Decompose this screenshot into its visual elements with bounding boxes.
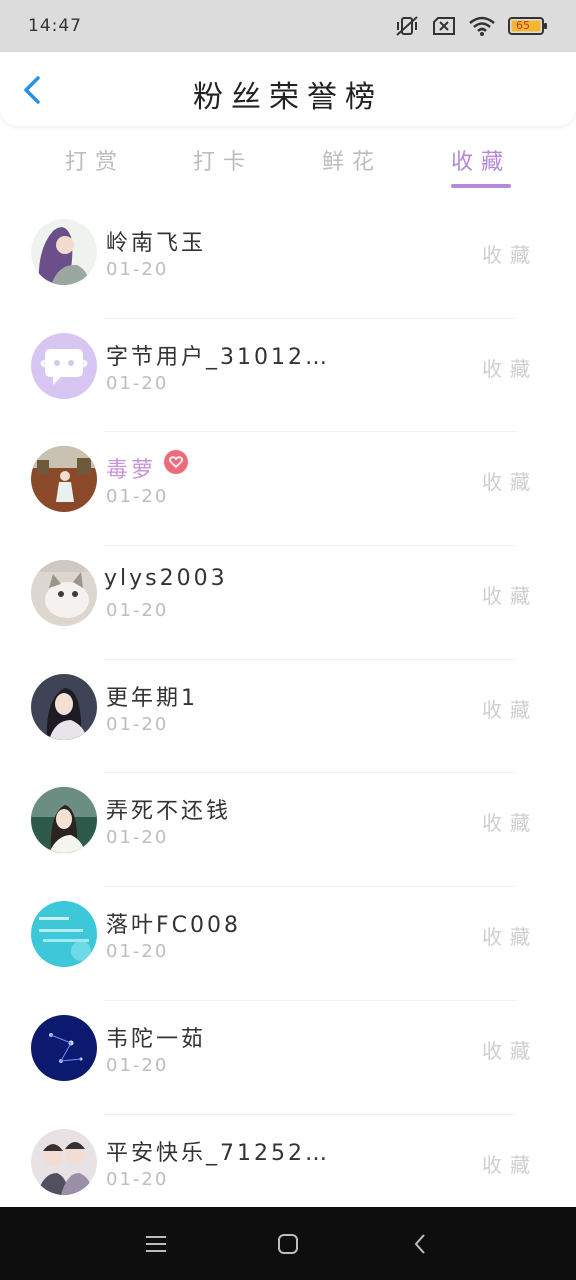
avatar [31, 787, 97, 854]
avatar [31, 560, 97, 627]
tab-bar: 打赏 打卡 鲜花 收藏 [0, 126, 576, 190]
fan-date: 01-20 [106, 1168, 169, 1190]
header: 粉丝荣誉榜 [0, 52, 576, 126]
tab-favorites[interactable]: 收藏 [431, 144, 531, 176]
fan-action: 收藏 [482, 1038, 538, 1063]
fan-date: 01-20 [106, 372, 169, 394]
list-item[interactable]: ylys2003 01-20 收藏 [0, 546, 576, 660]
mute-vibrate-icon [394, 15, 420, 37]
fan-action: 收藏 [482, 356, 538, 381]
tab-reward[interactable]: 打赏 [45, 144, 145, 176]
status-icons: 65 [394, 15, 548, 37]
list-item[interactable]: 岭南飞玉 01-20 收藏 [0, 205, 576, 319]
fan-date: 01-20 [106, 600, 169, 622]
home-icon [278, 1233, 298, 1254]
avatar [31, 446, 97, 513]
list-item[interactable]: 字节用户_31012… 01-20 收藏 [0, 319, 576, 433]
fan-name: 弄死不还钱 [106, 799, 232, 825]
fan-date: 01-20 [106, 1054, 169, 1076]
fan-name: 毒萝 [106, 458, 157, 484]
fan-name: ylys2003 [104, 566, 228, 592]
home-button[interactable] [268, 1224, 308, 1264]
list-item[interactable]: 韦陀一茹 01-20 收藏 [0, 1001, 576, 1115]
active-tab-indicator [451, 184, 511, 188]
back-icon [414, 1233, 425, 1254]
list-item[interactable]: 弄死不还钱 01-20 收藏 [0, 773, 576, 887]
menu-icon [146, 1235, 166, 1252]
list-item[interactable]: 落叶FC008 01-20 收藏 [0, 887, 576, 1001]
fan-date: 01-20 [106, 486, 169, 508]
fan-date: 01-20 [106, 713, 169, 735]
battery-icon: 65 [508, 16, 548, 36]
fan-name: 落叶FC008 [106, 913, 242, 939]
fan-date: 01-20 [106, 941, 169, 963]
fan-action: 收藏 [482, 470, 538, 495]
avatar [31, 332, 97, 399]
fan-date: 01-20 [106, 259, 169, 280]
status-time: 14:47 [28, 16, 82, 36]
avatar [31, 1014, 97, 1081]
fan-name: 岭南飞玉 [106, 231, 207, 256]
heart-badge-icon [164, 450, 188, 475]
page-title: 粉丝荣誉榜 [193, 80, 383, 115]
fan-name: 平安快乐_71252… [106, 1140, 330, 1166]
battery-level: 65 [516, 19, 530, 32]
avatar [31, 673, 97, 740]
back-nav-button[interactable] [400, 1224, 440, 1264]
fan-action: 收藏 [482, 243, 538, 267]
fan-date: 01-20 [106, 827, 169, 849]
fan-action: 收藏 [482, 811, 538, 836]
fan-action: 收藏 [482, 925, 538, 950]
menu-button[interactable] [136, 1224, 176, 1264]
fan-action: 收藏 [482, 584, 538, 609]
avatar [31, 901, 97, 968]
avatar [31, 1128, 97, 1195]
tab-flowers[interactable]: 鲜花 [302, 144, 402, 176]
list-item[interactable]: 毒萝 01-20 收藏 [0, 432, 576, 546]
tab-checkin[interactable]: 打卡 [173, 144, 273, 176]
fan-list: 岭南飞玉 01-20 收藏 字节用户_31012… 01-20 收藏 毒萝 01… [0, 205, 576, 1228]
fan-name: 更年期1 [106, 685, 198, 711]
no-sim-icon [432, 16, 456, 36]
fan-action: 收藏 [482, 697, 538, 722]
wifi-icon [468, 15, 496, 37]
avatar [31, 219, 97, 285]
fan-action: 收藏 [482, 1152, 538, 1177]
fan-name: 字节用户_31012… [106, 344, 330, 370]
status-bar: 14:47 65 [0, 0, 576, 52]
fan-name: 韦陀一茹 [106, 1026, 207, 1052]
list-item[interactable]: 更年期1 01-20 收藏 [0, 660, 576, 774]
system-nav-bar [0, 1207, 576, 1280]
